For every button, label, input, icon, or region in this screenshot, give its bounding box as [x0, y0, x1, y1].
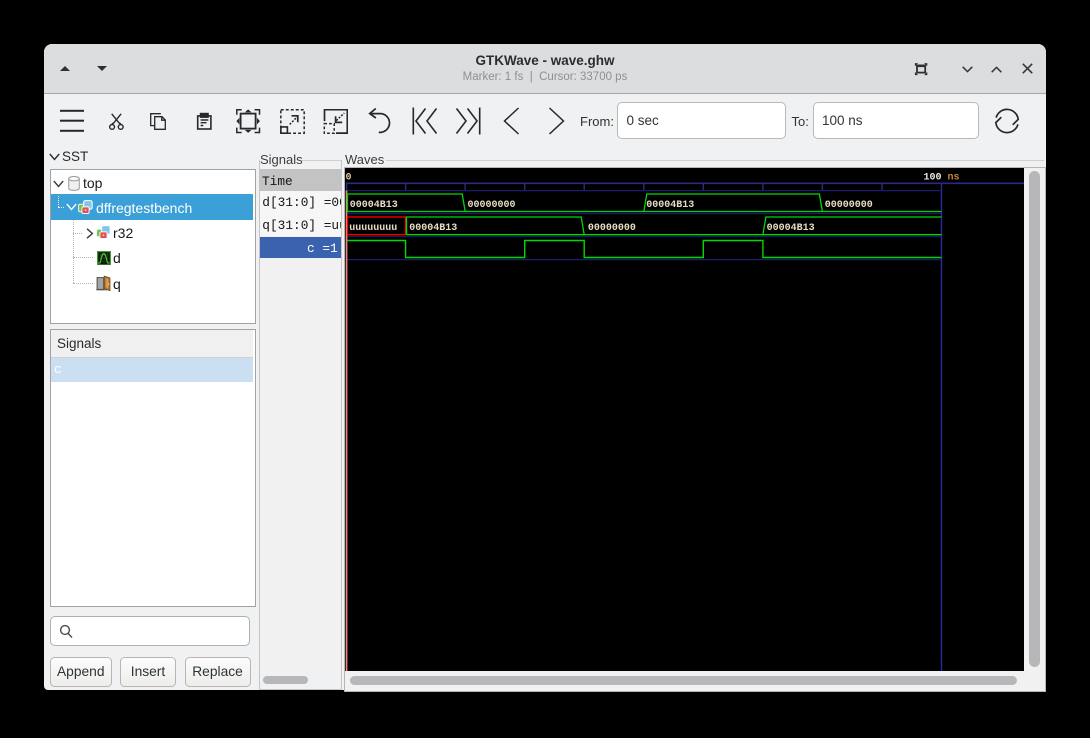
svg-text:00000000: 00000000	[588, 223, 636, 234]
svg-text:00004B13: 00004B13	[350, 200, 398, 211]
svg-text:uuuuuuuu: uuuuuuuu	[349, 223, 397, 234]
svg-text:00004B13: 00004B13	[409, 223, 457, 234]
svg-text:ns: ns	[948, 173, 960, 184]
svg-text:00004B13: 00004B13	[767, 223, 815, 234]
svg-text:00000000: 00000000	[468, 200, 516, 211]
svg-text:0: 0	[346, 173, 352, 184]
svg-text:100: 100	[924, 173, 942, 184]
svg-text:00004B13: 00004B13	[646, 200, 694, 211]
svg-text:00000000: 00000000	[825, 200, 873, 211]
